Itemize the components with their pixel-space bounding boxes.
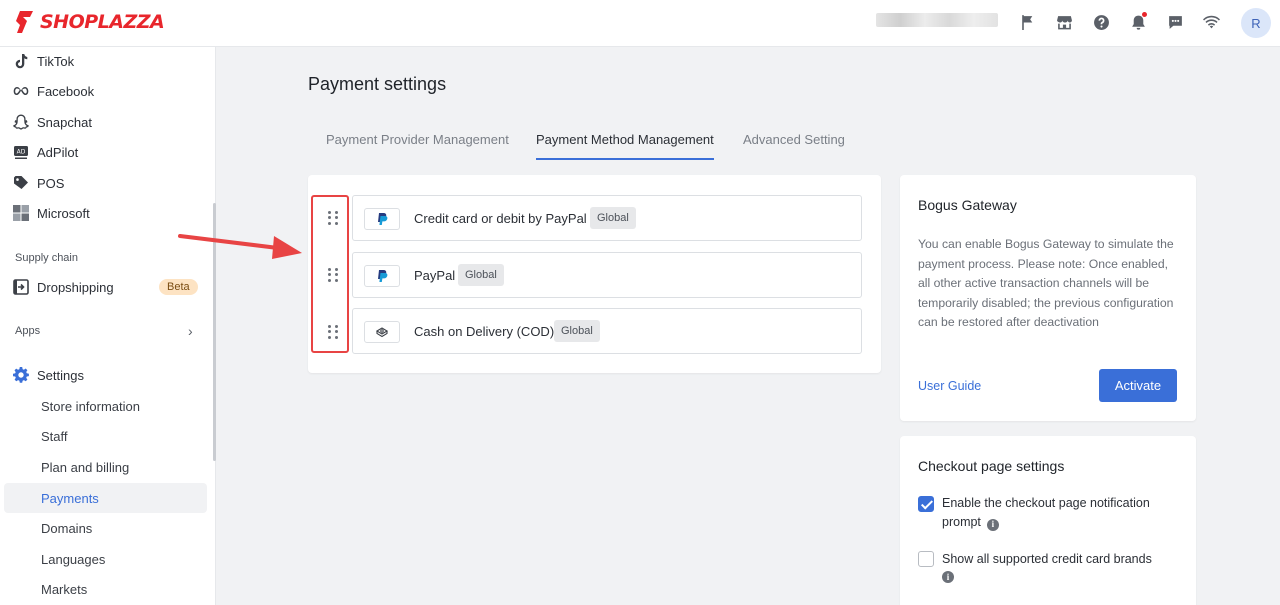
sidebar-item-label: Store information: [41, 398, 140, 414]
notification-prompt-option: Enable the checkout page notification pr…: [942, 494, 1182, 532]
microsoft-icon: [12, 205, 29, 222]
tag-icon: [12, 175, 29, 192]
sidebar-item-plan-and-billing[interactable]: Plan and billing: [4, 452, 207, 482]
gear-icon: [12, 367, 29, 384]
sidebar-item-snapchat[interactable]: Snapchat: [0, 107, 210, 137]
global-tag: Global: [458, 264, 504, 286]
payment-method-row[interactable]: Credit card or debit by PayPal Global: [352, 195, 862, 241]
credit-card-brands-label: Show all supported credit card brands: [942, 552, 1152, 566]
sidebar-item-languages[interactable]: Languages: [4, 544, 207, 574]
sidebar-item-settings[interactable]: Settings: [0, 360, 210, 390]
payment-method-row[interactable]: Cash on Delivery (COD) Global: [352, 308, 862, 354]
wifi-icon[interactable]: [1201, 12, 1221, 32]
store-name-redacted: [876, 13, 998, 27]
tab-payment-provider-management[interactable]: Payment Provider Management: [326, 132, 509, 160]
sidebar-item-label: Markets: [41, 581, 88, 597]
sidebar-item-label: Settings: [37, 367, 84, 383]
sidebar-item-markets[interactable]: Markets: [4, 574, 207, 604]
sidebar-item-facebook[interactable]: Facebook: [0, 76, 210, 106]
cash-icon: [364, 321, 400, 343]
store-icon[interactable]: [1054, 12, 1074, 32]
credit-card-brands-option: Show all supported credit card brands i: [942, 550, 1167, 583]
sidebar-item-apps[interactable]: Apps ›: [0, 316, 210, 346]
sidebar-item-microsoft[interactable]: Microsoft: [0, 198, 210, 228]
drag-handle-icon[interactable]: [328, 268, 340, 282]
info-icon[interactable]: i: [942, 571, 954, 583]
shoplazza-logo-icon: [16, 11, 33, 33]
sidebar-item-label: Languages: [41, 551, 106, 567]
shoplazza-logo[interactable]: SHOPLAZZA: [14, 10, 165, 34]
notification-prompt-label: Enable the checkout page notification pr…: [942, 496, 1150, 529]
drag-handle-icon[interactable]: [328, 211, 340, 225]
bell-icon[interactable]: [1128, 12, 1148, 32]
activate-button[interactable]: Activate: [1099, 369, 1177, 402]
sidebar-item-label: Microsoft: [37, 205, 90, 221]
sidebar: TikTok Facebook Snapchat AD AdPilot POS …: [0, 47, 216, 605]
sidebar-item-tiktok[interactable]: TikTok: [0, 46, 210, 76]
checkout-settings-card: Checkout page settings Enable the checko…: [900, 436, 1196, 605]
notification-prompt-checkbox[interactable]: [918, 496, 934, 512]
apps-label: Apps: [15, 325, 41, 337]
bogus-gateway-title: Bogus Gateway: [918, 197, 1017, 213]
sidebar-item-pos[interactable]: POS: [0, 168, 210, 198]
flag-icon[interactable]: [1017, 12, 1037, 32]
payment-methods-card: Credit card or debit by PayPal Global Pa…: [308, 175, 881, 373]
tab-payment-method-management[interactable]: Payment Method Management: [536, 132, 714, 160]
sidebar-item-dropshipping[interactable]: Dropshipping Beta: [0, 272, 210, 302]
sidebar-item-staff[interactable]: Staff: [4, 421, 207, 451]
sidebar-item-domains[interactable]: Domains: [4, 513, 207, 543]
sidebar-item-payments[interactable]: Payments: [4, 483, 207, 513]
paypal-icon: [364, 265, 400, 287]
meta-icon: [12, 83, 29, 100]
global-tag: Global: [590, 207, 636, 229]
sidebar-item-adpilot[interactable]: AD AdPilot: [0, 137, 210, 167]
bogus-gateway-description: You can enable Bogus Gateway to simulate…: [918, 237, 1174, 329]
message-icon[interactable]: [1165, 12, 1185, 32]
snapchat-icon: [12, 114, 29, 131]
credit-card-brands-checkbox[interactable]: [918, 551, 934, 567]
page-title: Payment settings: [308, 74, 447, 94]
sidebar-item-label: AdPilot: [37, 144, 79, 160]
tab-bar: Payment Provider Management Payment Meth…: [308, 126, 1203, 160]
payment-method-name: PayPal: [414, 268, 456, 283]
sidebar-item-label: Dropshipping: [37, 279, 114, 295]
tab-advanced-setting[interactable]: Advanced Setting: [743, 132, 845, 160]
sidebar-item-label: Payments: [41, 490, 99, 506]
user-avatar[interactable]: R: [1241, 8, 1271, 38]
svg-text:AD: AD: [16, 149, 25, 156]
annotation-arrow: [178, 234, 302, 259]
sidebar-item-store-information[interactable]: Store information: [4, 391, 207, 421]
checkout-settings-title: Checkout page settings: [918, 458, 1065, 474]
dropshipping-icon: [12, 279, 29, 296]
global-tag: Global: [554, 320, 600, 342]
tiktok-icon: [12, 53, 29, 70]
sidebar-item-label: Facebook: [37, 83, 95, 99]
drag-handle-icon[interactable]: [328, 325, 340, 339]
payment-method-name: Credit card or debit by PayPal: [414, 211, 587, 226]
payment-method-row[interactable]: PayPal Global: [352, 252, 862, 298]
paypal-icon: [364, 208, 400, 230]
brand-name: SHOPLAZZA: [40, 11, 165, 33]
sidebar-item-label: TikTok: [37, 53, 75, 69]
sidebar-item-label: Domains: [41, 520, 93, 536]
info-icon[interactable]: i: [986, 518, 999, 531]
sidebar-item-label: POS: [37, 175, 65, 191]
top-bar: SHOPLAZZA R: [0, 0, 1280, 47]
chevron-right-icon: ›: [188, 323, 193, 339]
sidebar-item-label: Plan and billing: [41, 459, 130, 475]
sidebar-item-label: Snapchat: [37, 114, 92, 130]
notification-dot: [1142, 12, 1147, 17]
user-guide-link[interactable]: User Guide: [918, 379, 981, 393]
payment-method-name: Cash on Delivery (COD): [414, 324, 555, 339]
adpilot-icon: AD: [12, 144, 29, 161]
sidebar-item-label: Staff: [41, 428, 68, 444]
supply-chain-heading: Supply chain: [15, 252, 78, 264]
bogus-gateway-card: Bogus Gateway You can enable Bogus Gatew…: [900, 175, 1196, 421]
beta-badge: Beta: [159, 279, 198, 295]
help-icon[interactable]: [1091, 12, 1111, 32]
